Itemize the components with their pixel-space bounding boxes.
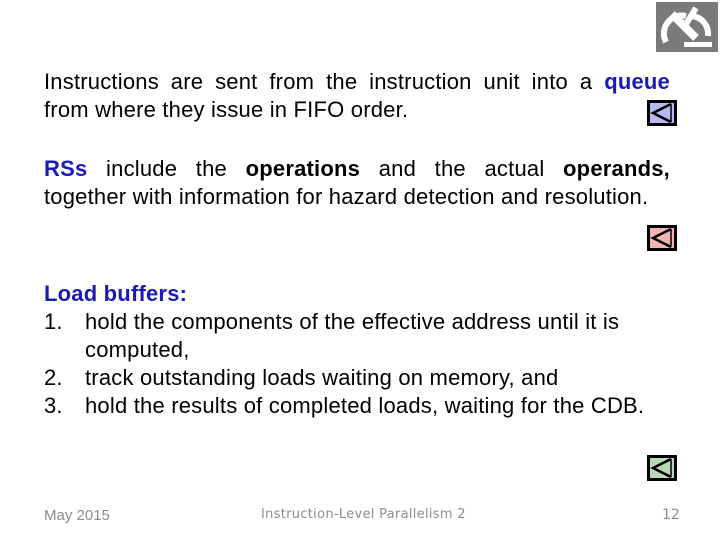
highlight-rss: RSs <box>44 156 88 181</box>
text: Instructions are sent from the instructi… <box>44 69 605 94</box>
bold-operands: operands, <box>563 156 670 181</box>
bold-operations: operations <box>245 156 361 181</box>
list-number: 3. <box>44 393 63 418</box>
back-button-3[interactable] <box>647 455 677 481</box>
text: together with information for hazard det… <box>44 184 649 209</box>
load-buffers-heading: Load buffers: <box>44 281 188 306</box>
paragraph-reservation-stations: RSs include the operations and the actua… <box>44 155 670 211</box>
footer-date: May 2015 <box>44 507 110 524</box>
list-text: hold the components of the effective add… <box>85 309 620 362</box>
microscope-logo-icon <box>656 2 718 52</box>
back-arrow-icon <box>650 228 672 248</box>
list-number: 2. <box>44 365 63 390</box>
footer-title: Instruction-Level Parallelism 2 <box>261 507 466 522</box>
page-number: 12 <box>662 507 680 523</box>
highlight-queue: queue <box>604 69 670 94</box>
back-button-2[interactable] <box>647 225 677 251</box>
list-item: 2. track outstanding loads waiting on mem… <box>44 364 670 392</box>
list-item: 1. hold the components of the effective a… <box>44 308 670 364</box>
back-button-1[interactable] <box>647 100 677 126</box>
list-item: 3. hold the results of completed loads, w… <box>44 392 670 420</box>
paragraph-instruction-queue: Instructions are sent from the instructi… <box>44 68 670 124</box>
back-arrow-icon <box>650 458 672 478</box>
list-number: 1. <box>44 309 63 334</box>
paragraph-load-buffers: Load buffers: 1. hold the components of t… <box>44 280 670 420</box>
text: from where they issue in FIFO order. <box>44 97 409 122</box>
list-text: track outstanding loads waiting on memor… <box>85 365 559 390</box>
list-text: hold the results of completed loads, wai… <box>85 393 645 418</box>
text: include the <box>87 156 246 181</box>
load-buffers-list: 1. hold the components of the effective a… <box>44 308 670 420</box>
back-arrow-icon <box>650 103 672 123</box>
text: and the actual <box>360 156 564 181</box>
